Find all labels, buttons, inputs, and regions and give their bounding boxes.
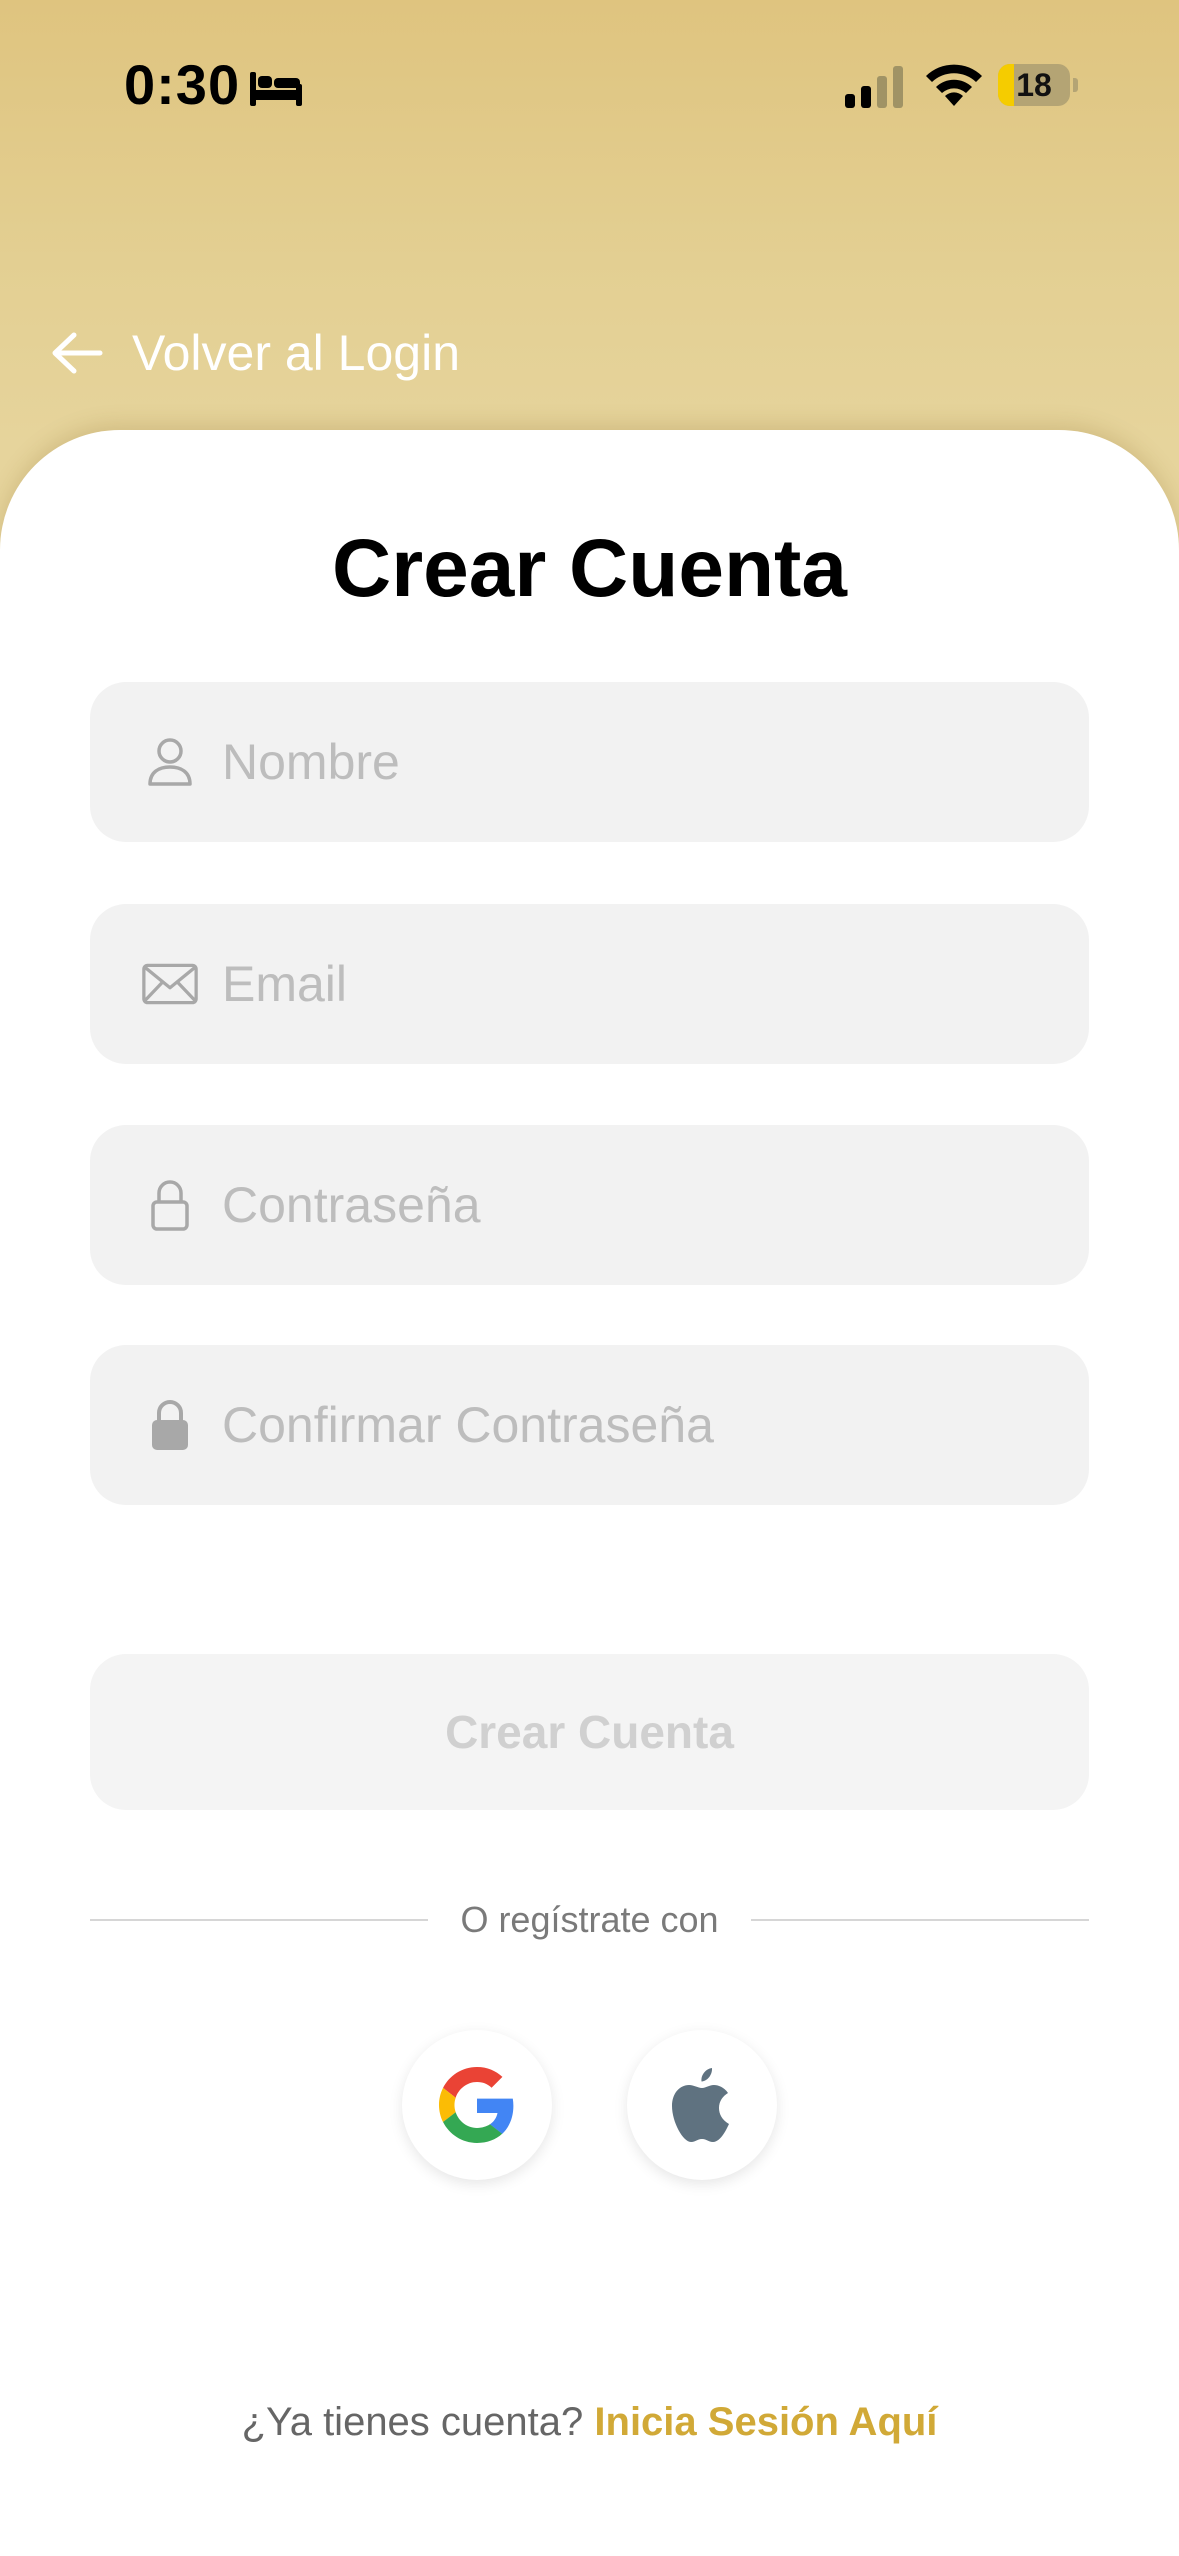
login-prompt: ¿Ya tienes cuenta? Inicia Sesión Aquí (0, 2400, 1179, 2445)
divider-line-right (751, 1919, 1089, 1921)
wifi-icon (926, 64, 982, 106)
google-signup-button[interactable] (402, 2030, 552, 2180)
envelope-icon (142, 956, 198, 1012)
lock-filled-icon (142, 1397, 198, 1453)
apple-icon (672, 2068, 729, 2142)
bed-icon (250, 72, 302, 106)
lock-outline-icon (142, 1177, 198, 1233)
battery-cap (1073, 78, 1078, 92)
create-account-button[interactable]: Crear Cuenta (90, 1654, 1089, 1810)
apple-signup-button[interactable] (627, 2030, 777, 2180)
status-bar: 0:30 18 (0, 0, 1179, 160)
social-divider: O regístrate con (90, 1890, 1089, 1950)
signup-card: Crear Cuenta Nombre Email Crear Cuenta (0, 430, 1179, 2556)
status-time: 0:30 (124, 53, 241, 116)
password-field[interactable] (90, 1125, 1089, 1285)
login-link[interactable]: Inicia Sesión Aquí (594, 2400, 937, 2444)
arrow-left-icon (52, 332, 103, 374)
google-icon (439, 2067, 514, 2143)
battery-level: 18 (1016, 67, 1052, 103)
user-icon (142, 734, 198, 790)
cellular-signal-icon (845, 66, 903, 108)
page-title: Crear Cuenta (332, 523, 847, 614)
confirm-password-field[interactable] (90, 1345, 1089, 1505)
battery-icon: 18 (998, 64, 1078, 106)
battery-body: 18 (998, 64, 1070, 106)
name-field[interactable] (90, 682, 1089, 842)
confirm-password-input[interactable] (222, 1375, 1042, 1475)
name-input[interactable] (222, 712, 1042, 812)
email-field[interactable] (90, 904, 1089, 1064)
password-input[interactable] (222, 1155, 1042, 1255)
login-prompt-text: ¿Ya tienes cuenta? (241, 2400, 584, 2444)
email-input[interactable] (222, 934, 1042, 1034)
back-to-login-link[interactable]: Volver al Login (50, 318, 460, 388)
back-link-label: Volver al Login (132, 325, 461, 381)
